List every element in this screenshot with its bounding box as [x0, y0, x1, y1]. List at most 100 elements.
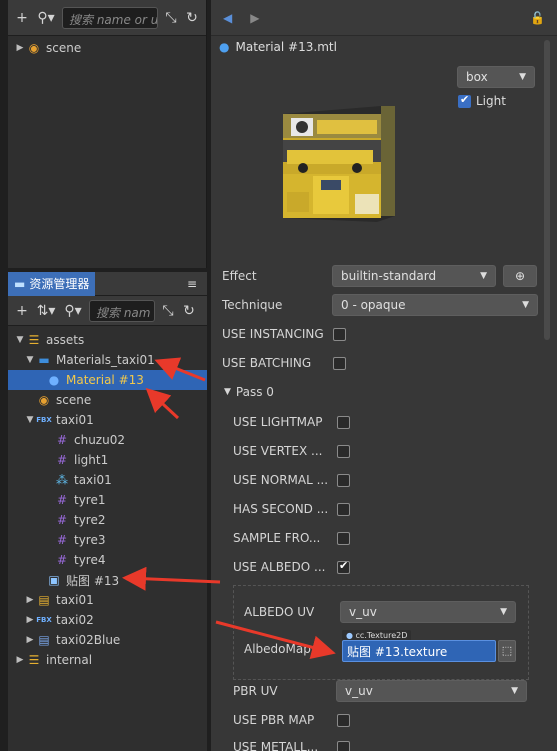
tree-item-label: taxi02 [56, 613, 94, 627]
technique-label: Technique [222, 298, 283, 312]
tree-item-scene[interactable]: ◉ scene [8, 390, 207, 410]
material-preview-box[interactable] [277, 102, 397, 224]
lock-icon[interactable]: 🔓 [530, 11, 545, 25]
collapse-arrow-icon[interactable]: ▼ [24, 415, 36, 425]
forward-arrow-icon[interactable]: ▶ [250, 11, 259, 25]
material-icon: ● [48, 373, 60, 387]
collapse-arrow-icon: ▼ [224, 387, 231, 397]
hierarchy-panel: + ⚲▾ 搜索 name or u ⤡ ↻ ▶ ◉ scene [8, 0, 207, 268]
tree-item-taxi02[interactable]: ▶ FBX taxi02 [8, 610, 207, 630]
use-albedo-label: USE ALBEDO ... [233, 560, 326, 574]
tree-item-taxi01-image[interactable]: ▶ ▤ taxi01 [8, 590, 207, 610]
tree-item-label: tyre3 [74, 533, 106, 547]
effect-locate-button[interactable]: ⊕ [503, 265, 537, 287]
tree-item-tyre3[interactable]: # tyre3 [8, 530, 207, 550]
preview-shape-select[interactable]: box ▼ [457, 66, 535, 88]
collapse-arrow-icon[interactable]: ▼ [24, 355, 36, 365]
albedo-map-field[interactable]: 贴图 #13.texture [342, 640, 496, 662]
chevron-down-icon: ▼ [500, 607, 507, 617]
tree-item-label: 贴图 #13 [66, 573, 120, 588]
use-pbr-map-checkbox[interactable] [337, 714, 350, 727]
sort-icon[interactable]: ⇅▾ [35, 303, 57, 319]
use-batching-label: USE BATCHING [222, 356, 312, 370]
albedo-uv-select[interactable]: v_uv ▼ [340, 601, 516, 623]
add-icon[interactable]: + [14, 303, 30, 319]
inspector-panel: ◀ ▶ 🔓 ● Material #13.mtl box ▼ Light [211, 0, 557, 751]
effect-label: Effect [222, 269, 257, 283]
albedo-uv-label: ALBEDO UV [244, 605, 315, 619]
mesh-grid-icon: # [56, 433, 68, 447]
assets-search-input[interactable]: 搜索 nam [89, 299, 155, 322]
hierarchy-search-input[interactable]: 搜索 name or u [62, 6, 158, 29]
tree-item-label: taxi01 [74, 473, 112, 487]
taxi-image-icon: ▤ [38, 593, 50, 607]
add-icon[interactable]: + [14, 10, 30, 26]
has-second-label: HAS SECOND ... [233, 502, 329, 516]
collapse-arrow-icon[interactable]: ▼ [14, 335, 26, 345]
back-arrow-icon[interactable]: ◀ [223, 11, 232, 25]
folder-icon: ▬ [38, 353, 50, 367]
tree-item-taxi01-prefab[interactable]: ⁂ taxi01 [8, 470, 207, 490]
pbr-uv-label: PBR UV [233, 684, 278, 698]
tree-item-materials-folder[interactable]: ▼ ▬ Materials_taxi01 [8, 350, 207, 370]
tab-assets[interactable]: ▬ 资源管理器 [8, 271, 96, 296]
use-instancing-label: USE INSTANCING [222, 327, 324, 341]
expand-arrow-icon[interactable]: ▶ [24, 615, 36, 625]
pass-0-header[interactable]: ▼ Pass 0 [224, 381, 274, 403]
inspector-scrollbar[interactable] [544, 40, 550, 340]
tree-item-taxi02blue[interactable]: ▶ ▤ taxi02Blue [8, 630, 207, 650]
inspector-toolbar: ◀ ▶ 🔓 [211, 0, 557, 36]
search-filter-icon[interactable]: ⚲▾ [35, 10, 57, 26]
refresh-icon[interactable]: ↻ [184, 10, 200, 26]
expand-arrow-icon[interactable]: ▶ [14, 655, 26, 665]
tree-item-label: taxi02Blue [56, 633, 121, 647]
tree-item-texture-13[interactable]: ▣ 贴图 #13 [8, 570, 207, 590]
use-batching-checkbox[interactable] [333, 357, 346, 370]
hierarchy-item-scene[interactable]: ▶ ◉ scene [8, 38, 206, 58]
tree-item-internal[interactable]: ▶ ☰ internal [8, 650, 207, 670]
expand-arrow-icon[interactable]: ▶ [14, 43, 26, 53]
use-lightmap-checkbox[interactable] [337, 416, 350, 429]
pass-label: Pass 0 [235, 385, 274, 399]
tree-item-label: light1 [74, 453, 109, 467]
expand-arrow-icon[interactable]: ▶ [24, 595, 36, 605]
search-filter-icon[interactable]: ⚲▾ [62, 303, 84, 319]
picker-icon: ⬚ [501, 644, 513, 657]
tree-item-tyre2[interactable]: # tyre2 [8, 510, 207, 530]
scene-icon: ◉ [28, 41, 40, 55]
use-vertex-checkbox[interactable] [337, 445, 350, 458]
tree-item-label: taxi01 [56, 413, 94, 427]
texture-type-label: cc.Texture2D [355, 631, 408, 640]
tree-item-material-13[interactable]: ● Material #13 [8, 370, 207, 390]
use-metal-checkbox[interactable] [337, 741, 350, 751]
tree-item-label: Materials_taxi01 [56, 353, 155, 367]
tree-item-assets[interactable]: ▼ ☰ assets [8, 330, 207, 350]
tree-item-light1[interactable]: # light1 [8, 450, 207, 470]
albedo-map-picker-button[interactable]: ⬚ [498, 640, 516, 662]
tree-item-chuzu02[interactable]: # chuzu02 [8, 430, 207, 450]
refresh-icon[interactable]: ↻ [181, 303, 197, 319]
mesh-grid-icon: # [56, 553, 68, 567]
tree-item-tyre4[interactable]: # tyre4 [8, 550, 207, 570]
tree-item-tyre1[interactable]: # tyre1 [8, 490, 207, 510]
menu-icon[interactable]: ≡ [187, 277, 197, 291]
chevron-down-icon: ▼ [480, 271, 487, 281]
expand-arrow-icon[interactable]: ▶ [24, 635, 36, 645]
tab-label: 资源管理器 [29, 277, 90, 291]
sample-from-checkbox[interactable] [337, 532, 350, 545]
scene-icon: ◉ [38, 393, 50, 407]
collapse-icon[interactable]: ⤡ [163, 10, 179, 26]
tree-item-taxi01-fbx[interactable]: ▼ FBX taxi01 [8, 410, 207, 430]
pbr-uv-select[interactable]: v_uv ▼ [336, 680, 527, 702]
use-albedo-checkbox[interactable] [337, 559, 350, 574]
material-icon: ● [219, 40, 230, 54]
effect-select[interactable]: builtin-standard ▼ [332, 265, 496, 287]
mesh-grid-icon: # [56, 513, 68, 527]
light-checkbox[interactable] [458, 93, 471, 108]
use-instancing-checkbox[interactable] [333, 328, 346, 341]
use-normal-checkbox[interactable] [337, 474, 350, 487]
collapse-icon[interactable]: ⤡ [160, 303, 176, 319]
inspector-title: Material #13.mtl [235, 40, 337, 54]
technique-select[interactable]: 0 - opaque ▼ [332, 294, 538, 316]
has-second-checkbox[interactable] [337, 503, 350, 516]
